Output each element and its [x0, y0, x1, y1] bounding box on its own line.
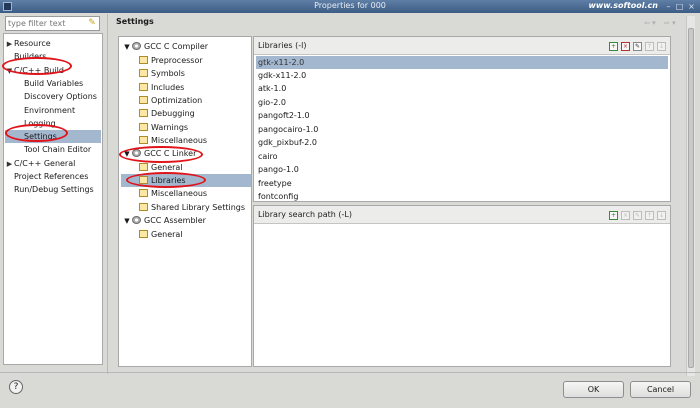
library-item[interactable]: fontconfig — [256, 190, 668, 203]
collapse-arrow-icon[interactable]: ▼ — [122, 41, 132, 54]
gear-icon — [132, 216, 141, 224]
search-path-panel-header: Library search path (-L) + × ✎ ↑ ↓ — [254, 206, 670, 224]
option-icon — [139, 123, 148, 131]
tree-item-linker-general[interactable]: General — [139, 161, 183, 174]
preference-nav-tree: ▶ Resource Builders ▼ C/C++ Build Build Va… — [3, 33, 103, 365]
option-icon — [139, 69, 148, 77]
library-item[interactable]: gtk-x11-2.0 — [256, 56, 668, 69]
library-item[interactable]: pangoft2-1.0 — [256, 109, 668, 122]
maximize-icon[interactable]: □ — [675, 2, 684, 11]
delete-icon[interactable]: × — [621, 211, 630, 220]
move-down-icon[interactable]: ↓ — [657, 42, 666, 51]
tree-group-gcc-assembler[interactable]: ▼ GCC Assembler — [122, 214, 206, 227]
library-item[interactable]: cairo — [256, 150, 668, 163]
search-path-toolbar: + × ✎ ↑ ↓ — [606, 210, 666, 220]
tree-item-warnings[interactable]: Warnings — [139, 121, 188, 134]
libraries-panel-header: Libraries (-l) + × ✎ ↑ ↓ — [254, 37, 670, 55]
option-icon — [139, 83, 148, 91]
add-icon[interactable]: + — [609, 211, 618, 220]
expand-arrow-icon[interactable]: ▶ — [5, 158, 14, 171]
nav-item-builders[interactable]: Builders — [14, 50, 46, 63]
libraries-panel-label: Libraries (-l) — [258, 41, 307, 50]
page-title: Settings — [116, 17, 154, 26]
nav-item-project-references[interactable]: Project References — [14, 170, 88, 183]
filter-input[interactable] — [8, 18, 86, 29]
nav-item-resource[interactable]: ▶ Resource — [5, 37, 51, 50]
gear-icon — [132, 42, 141, 50]
nav-item-logging[interactable]: Logging — [24, 117, 56, 130]
library-item[interactable]: gdk-x11-2.0 — [256, 69, 668, 82]
tree-item-libraries[interactable]: Libraries — [121, 174, 251, 187]
libraries-panel: Libraries (-l) + × ✎ ↑ ↓ gtk-x11-2.0 gdk-x11… — [253, 36, 671, 202]
library-item[interactable]: atk-1.0 — [256, 82, 668, 95]
tree-item-linker-miscellaneous[interactable]: Miscellaneous — [139, 187, 207, 200]
edit-icon[interactable]: ✎ — [633, 211, 642, 220]
move-up-icon[interactable]: ↑ — [645, 211, 654, 220]
tree-item-miscellaneous[interactable]: Miscellaneous — [139, 134, 207, 147]
library-item[interactable]: freetype — [256, 177, 668, 190]
nav-item-settings[interactable]: Settings — [5, 130, 101, 143]
nav-item-tool-chain-editor[interactable]: Tool Chain Editor — [24, 143, 91, 156]
nav-item-build-variables[interactable]: Build Variables — [24, 77, 83, 90]
option-icon — [139, 203, 148, 211]
nav-item-c-cpp-build[interactable]: ▼ C/C++ Build — [5, 64, 64, 77]
library-item[interactable]: pango-1.0 — [256, 163, 668, 176]
move-down-icon[interactable]: ↓ — [657, 211, 666, 220]
option-icon — [139, 56, 148, 64]
tree-item-shared-library-settings[interactable]: Shared Library Settings — [139, 201, 245, 214]
filter-field: ✎ — [5, 16, 100, 31]
move-up-icon[interactable]: ↑ — [645, 42, 654, 51]
help-icon[interactable]: ? — [9, 380, 23, 394]
close-icon[interactable]: × — [687, 2, 696, 11]
cancel-button[interactable]: Cancel — [630, 381, 691, 398]
delete-icon[interactable]: × — [621, 42, 630, 51]
tree-item-preprocessor[interactable]: Preprocessor — [139, 54, 203, 67]
libraries-toolbar: + × ✎ ↑ ↓ — [606, 41, 666, 51]
search-path-panel-label: Library search path (-L) — [258, 210, 352, 219]
add-icon[interactable]: + — [609, 42, 618, 51]
collapse-arrow-icon[interactable]: ▼ — [122, 148, 132, 161]
ok-button[interactable]: OK — [563, 381, 624, 398]
nav-item-environment[interactable]: Environment — [24, 104, 75, 117]
vertical-scrollbar[interactable] — [686, 16, 695, 376]
option-icon — [139, 230, 148, 238]
tool-settings-tree: ▼ GCC C Compiler Preprocessor Symbols Inc… — [118, 36, 252, 367]
nav-item-discovery-options[interactable]: Discovery Options — [24, 90, 97, 103]
collapse-arrow-icon[interactable]: ▼ — [5, 65, 14, 78]
library-item[interactable]: gio-2.0 — [256, 96, 668, 109]
option-icon — [139, 96, 148, 104]
option-icon — [139, 136, 148, 144]
forward-icon[interactable]: ⇨ ▾ — [664, 19, 676, 27]
watermark-text: www.softool.cn — [588, 1, 658, 10]
library-item[interactable]: gdk_pixbuf-2.0 — [256, 136, 668, 149]
option-icon — [139, 109, 148, 117]
option-icon — [139, 176, 148, 184]
title-bar: Properties for 000 www.softool.cn – □ × — [0, 0, 700, 13]
tree-item-symbols[interactable]: Symbols — [139, 67, 185, 80]
option-icon — [139, 163, 148, 171]
tree-item-assembler-general[interactable]: General — [139, 228, 183, 241]
library-search-path-panel: Library search path (-L) + × ✎ ↑ ↓ — [253, 205, 671, 367]
nav-item-run-debug-settings[interactable]: Run/Debug Settings — [14, 183, 94, 196]
nav-item-c-cpp-general[interactable]: ▶ C/C++ General — [5, 157, 76, 171]
library-item[interactable]: pangocairo-1.0 — [256, 123, 668, 136]
footer-divider — [0, 372, 700, 373]
minimize-icon[interactable]: – — [664, 2, 673, 11]
gear-icon — [132, 149, 141, 157]
tree-item-debugging[interactable]: Debugging — [139, 107, 195, 120]
sash-divider[interactable] — [107, 14, 108, 374]
tree-item-includes[interactable]: Includes — [139, 81, 184, 94]
back-icon[interactable]: ⇦ ▾ — [644, 19, 656, 27]
edit-icon[interactable]: ✎ — [633, 42, 642, 51]
tree-group-gcc-c-linker[interactable]: ▼ GCC C Linker — [122, 147, 196, 160]
collapse-arrow-icon[interactable]: ▼ — [122, 215, 132, 228]
option-icon — [139, 189, 148, 197]
tree-group-gcc-c-compiler[interactable]: ▼ GCC C Compiler — [122, 40, 208, 53]
clear-filter-icon[interactable]: ✎ — [87, 18, 97, 29]
scrollbar-thumb[interactable] — [688, 28, 694, 368]
tree-item-optimization[interactable]: Optimization — [139, 94, 202, 107]
expand-arrow-icon[interactable]: ▶ — [5, 38, 14, 51]
